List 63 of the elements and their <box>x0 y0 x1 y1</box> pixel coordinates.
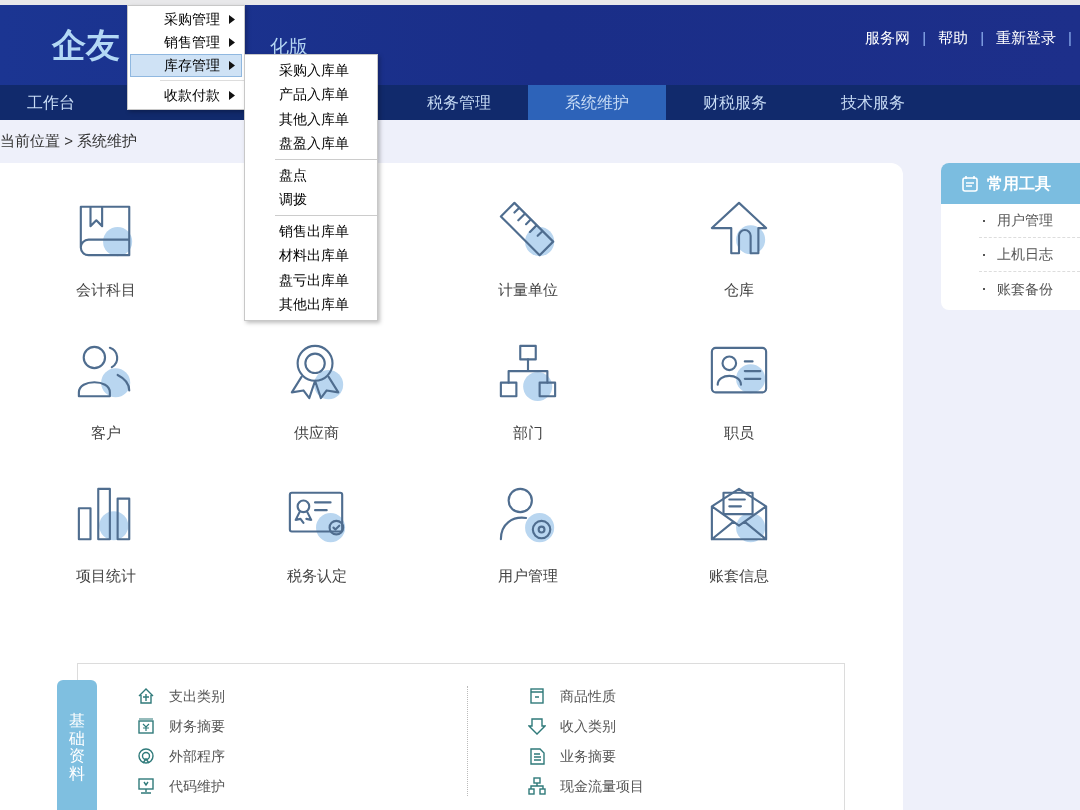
nav-tab[interactable]: 技术服务 <box>804 85 942 120</box>
submenu-item[interactable]: 盘盈入库单 <box>245 131 377 156</box>
down-arrow-icon <box>528 717 546 735</box>
submenu-arrow-icon <box>229 61 235 70</box>
nav-tab[interactable]: 税务管理 <box>390 85 528 120</box>
tool-link[interactable]: 用户管理 <box>997 210 1054 231</box>
menu-item[interactable]: 销售管理 <box>130 31 242 54</box>
module-label[interactable]: 账套信息 <box>709 565 770 588</box>
menu-item[interactable]: 库存管理 <box>130 54 242 77</box>
module-label[interactable]: 供应商 <box>294 422 340 445</box>
basic-data-link[interactable]: 业务摘要 <box>560 745 616 767</box>
submenu-arrow-icon <box>229 38 235 47</box>
basic-data-link[interactable]: 支出类别 <box>169 685 225 707</box>
submenu-arrow-icon <box>229 15 235 24</box>
box-icon <box>528 687 546 705</box>
link-separator: | <box>922 28 927 48</box>
submenu-item[interactable]: 调拨 <box>245 187 377 212</box>
monitor-icon <box>137 777 155 795</box>
submenu-item[interactable]: 其他出库单 <box>245 292 377 317</box>
header-link[interactable]: 服务网 <box>865 27 911 50</box>
breadcrumb: 当前位置 > 系统维护 <box>0 131 138 152</box>
hierarchy-icon <box>528 777 546 795</box>
tool-link[interactable]: 账套备份 <box>997 278 1054 300</box>
nav-tab[interactable]: 财税服务 <box>666 85 804 120</box>
notepad-icon <box>961 174 980 193</box>
link-separator: | <box>1068 28 1072 48</box>
submenu-item[interactable]: 材料出库单 <box>245 243 377 268</box>
submenu-item[interactable]: 采购入库单 <box>245 58 377 83</box>
module-label[interactable]: 部门 <box>513 422 544 445</box>
basic-data-link[interactable]: 收入类别 <box>560 715 616 737</box>
header-link[interactable]: 重新登录 <box>996 27 1057 50</box>
tools-title: 常用工具 <box>987 173 1052 194</box>
menu-item[interactable]: 采购管理 <box>130 8 242 31</box>
link-separator: | <box>980 28 985 48</box>
logo-text: 企友 <box>52 28 120 62</box>
submenu-item[interactable]: 销售出库单 <box>245 219 377 244</box>
nav-tab[interactable]: 系统维护 <box>528 85 666 120</box>
module-label[interactable]: 用户管理 <box>498 565 559 588</box>
submenu-item[interactable]: 产品入库单 <box>245 82 377 107</box>
target-icon <box>137 747 155 765</box>
module-label[interactable]: 税务认定 <box>286 565 347 588</box>
module-label[interactable]: 会计科目 <box>75 279 136 302</box>
submenu-item[interactable]: 盘点 <box>245 163 377 188</box>
module-label[interactable]: 客户 <box>90 422 121 445</box>
submenu-item[interactable]: 盘亏出库单 <box>245 268 377 293</box>
basic-data-link[interactable]: 商品性质 <box>560 685 616 707</box>
bullet-icon <box>983 219 986 222</box>
basic-data-link[interactable]: 代码维护 <box>169 775 225 797</box>
menu-item[interactable]: 收款付款 <box>130 84 242 107</box>
submenu-item[interactable]: 其他入库单 <box>245 107 377 132</box>
module-label[interactable]: 职员 <box>724 422 755 445</box>
basic-data-link[interactable]: 外部程序 <box>169 745 225 767</box>
bullet-icon <box>983 253 986 256</box>
module-label[interactable]: 计量单位 <box>498 279 559 302</box>
module-label[interactable]: 项目统计 <box>75 565 136 588</box>
tool-link[interactable]: 上机日志 <box>997 244 1054 265</box>
basic-data-link[interactable]: 财务摘要 <box>169 715 225 737</box>
header-link[interactable]: 帮助 <box>938 27 969 50</box>
submenu-arrow-icon <box>229 91 235 100</box>
module-label[interactable]: 仓库 <box>724 279 755 302</box>
money-box-icon <box>137 717 155 735</box>
document-icon <box>528 747 546 765</box>
basic-data-link[interactable]: 现金流量项目 <box>560 775 644 797</box>
